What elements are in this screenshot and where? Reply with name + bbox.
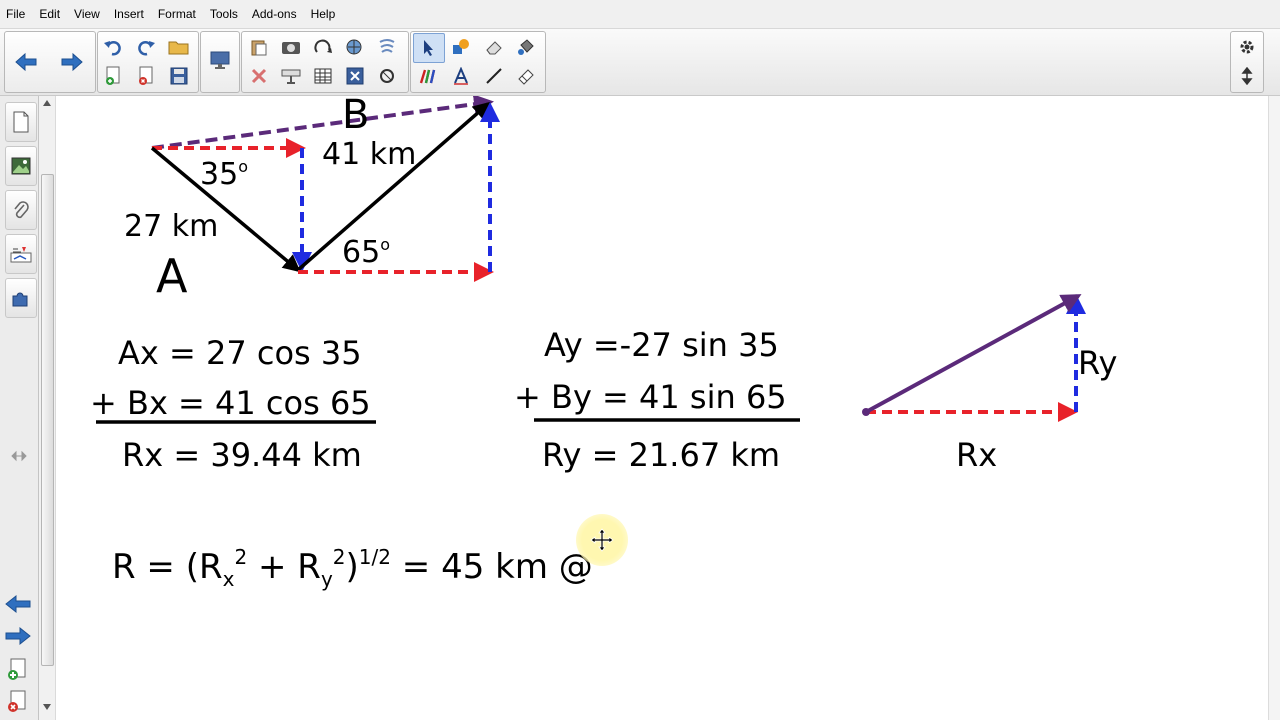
toolbar-edit-group	[97, 31, 199, 93]
resultant-vector	[865, 294, 1082, 414]
collapse-handle-icon[interactable]	[10, 448, 28, 462]
magnitude-a: 27 km	[124, 209, 218, 244]
fill-icon[interactable]	[511, 33, 541, 61]
move-toolbar-icon[interactable]	[1232, 62, 1262, 90]
delete-icon[interactable]	[244, 62, 274, 90]
equation-ay: Ay =-27 sin 35	[544, 326, 779, 364]
ry-label: Ry	[1078, 344, 1117, 382]
side-tabs	[0, 96, 39, 720]
toolbar-display-group	[200, 31, 240, 93]
page-sorter-icon[interactable]	[5, 102, 37, 142]
screen-capture-icon[interactable]	[276, 33, 306, 61]
new-page-icon[interactable]	[98, 62, 128, 90]
toolbar-right-group	[1230, 31, 1264, 93]
magic-eraser-icon[interactable]	[511, 62, 541, 90]
delete-page-icon[interactable]	[6, 690, 32, 714]
text-icon[interactable]	[446, 62, 476, 90]
table-icon[interactable]	[308, 62, 338, 90]
menu-view[interactable]: View	[68, 0, 108, 28]
resultant-prefix: R = (R	[112, 547, 223, 587]
undo-icon[interactable]	[98, 33, 128, 61]
resultant-close: )	[346, 547, 359, 587]
toolbar-objects-group	[241, 31, 409, 93]
menu-format[interactable]: Format	[152, 0, 204, 28]
angle-b-degree: o	[380, 235, 390, 254]
angle-b: 65o	[342, 235, 390, 270]
properties-icon[interactable]	[5, 234, 37, 274]
equation-by: + By = 41 sin 65	[514, 378, 787, 416]
equation-rx: Rx = 39.44 km	[122, 436, 362, 474]
label-a: A	[156, 249, 188, 303]
menu-tools[interactable]: Tools	[204, 0, 246, 28]
origin-dot	[862, 408, 870, 416]
equation-resultant: R = (Rx2 + Ry2)1/2 = 45 km @	[112, 545, 593, 591]
eraser-icon[interactable]	[479, 33, 509, 61]
resultant-value: = 45 km @	[391, 547, 593, 587]
equation-ax: Ax = 27 cos 35	[118, 334, 362, 372]
toolbar-tools-group	[410, 31, 546, 93]
angle-a-value: 35	[200, 157, 238, 192]
angle-b-value: 65	[342, 235, 380, 270]
pens-icon[interactable]	[413, 62, 443, 90]
right-scroll-strip[interactable]	[1268, 96, 1280, 720]
arrow-left-icon[interactable]	[11, 48, 41, 76]
scrollbar-thumb[interactable]	[41, 174, 54, 666]
toolbar	[0, 29, 1280, 96]
menu-edit[interactable]: Edit	[33, 0, 68, 28]
menu-bar: File Edit View Insert Format Tools Add-o…	[0, 0, 1280, 29]
equation-bx: + Bx = 41 cos 65	[90, 384, 371, 422]
gallery-icon[interactable]	[340, 33, 370, 61]
paste-icon[interactable]	[244, 33, 274, 61]
superscript-2-y: 2	[333, 545, 346, 569]
page-forward-icon[interactable]	[4, 626, 34, 648]
label-b: B	[342, 96, 369, 138]
delete-page-icon[interactable]	[131, 62, 161, 90]
vector-b	[296, 101, 491, 272]
gallery-icon[interactable]	[5, 146, 37, 186]
select-icon[interactable]	[413, 33, 445, 63]
line-icon[interactable]	[479, 62, 509, 90]
close-box-icon[interactable]	[340, 62, 370, 90]
menu-help[interactable]: Help	[305, 0, 344, 28]
angle-a: 35o	[200, 157, 248, 192]
handwriting-layer: B 41 km 35o 27 km 65o A Ax = 27 cos 35 +…	[90, 92, 1117, 591]
subscript-x: x	[223, 567, 235, 591]
shapes-icon[interactable]	[446, 33, 476, 61]
redo-icon[interactable]	[131, 33, 161, 61]
resultant-plus: + R	[247, 547, 321, 587]
arrow-right-icon[interactable]	[57, 48, 87, 76]
rotate-icon[interactable]	[308, 33, 338, 61]
add-page-icon[interactable]	[6, 658, 32, 682]
recognize-icon[interactable]	[372, 62, 402, 90]
superscript-half: 1/2	[359, 545, 391, 569]
attachments-icon[interactable]	[5, 190, 37, 230]
projector-icon[interactable]	[276, 62, 306, 90]
move-cursor-icon	[590, 528, 614, 552]
whiteboard-canvas[interactable]: B 41 km 35o 27 km 65o A Ax = 27 cos 35 +…	[56, 92, 1267, 720]
resultant-dashed-vector	[151, 94, 494, 150]
screen-shade-icon[interactable]	[205, 46, 235, 74]
equation-ry: Ry = 21.67 km	[542, 436, 780, 474]
open-folder-icon[interactable]	[164, 33, 194, 61]
toolbar-nav-group	[4, 31, 96, 93]
clear-ink-icon[interactable]	[372, 33, 402, 61]
addons-icon[interactable]	[5, 278, 37, 318]
menu-insert[interactable]: Insert	[108, 0, 152, 28]
save-icon[interactable]	[164, 62, 194, 90]
vertical-scrollbar[interactable]	[39, 96, 56, 720]
angle-a-degree: o	[238, 157, 248, 176]
subscript-y: y	[321, 567, 333, 591]
superscript-2-x: 2	[234, 545, 247, 569]
menu-addons[interactable]: Add-ons	[246, 0, 305, 28]
menu-file[interactable]: File	[0, 0, 33, 28]
settings-gear-icon[interactable]	[1232, 33, 1262, 61]
page-back-icon[interactable]	[4, 594, 34, 616]
rx-label: Rx	[956, 436, 997, 474]
magnitude-b: 41 km	[322, 137, 416, 172]
